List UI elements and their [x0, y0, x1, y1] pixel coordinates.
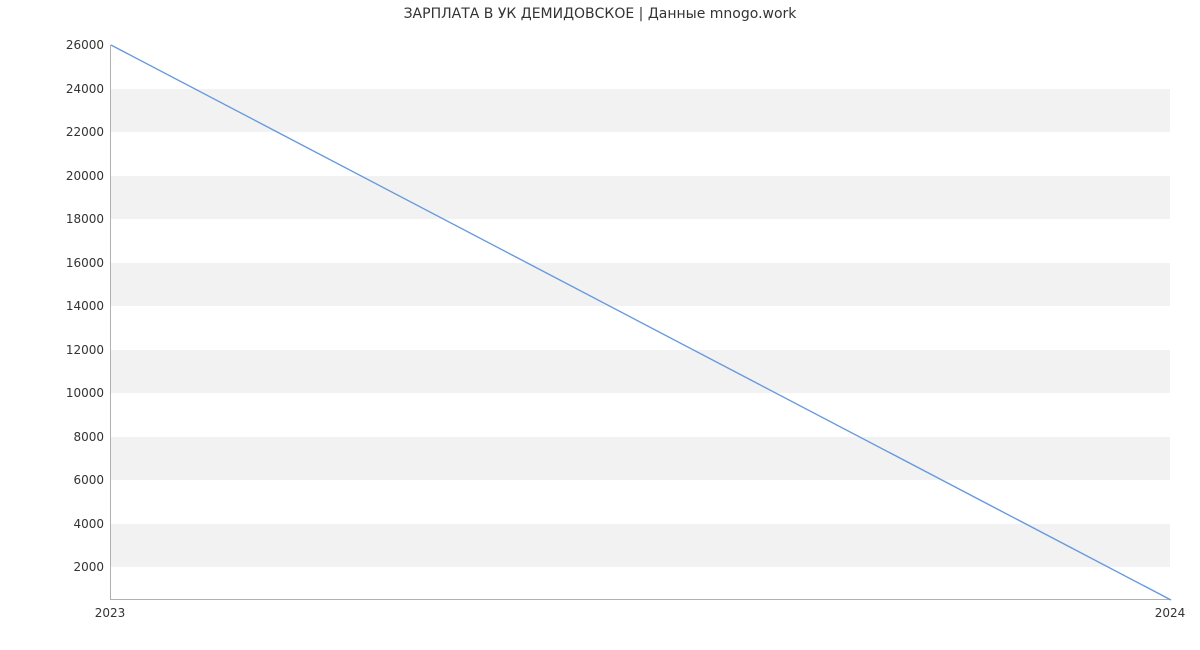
chart-title: ЗАРПЛАТА В УК ДЕМИДОВСКОЕ | Данные mnogo… [0, 6, 1200, 22]
y-tick-label: 24000 [24, 82, 104, 96]
line-series [111, 45, 1170, 599]
y-tick-label: 10000 [24, 386, 104, 400]
y-tick-label: 18000 [24, 212, 104, 226]
y-tick-label: 6000 [24, 473, 104, 487]
x-tick-label: 2024 [1155, 606, 1186, 620]
plot-area [110, 45, 1170, 600]
y-tick-label: 16000 [24, 256, 104, 270]
y-tick-label: 2000 [24, 560, 104, 574]
y-tick-label: 20000 [24, 169, 104, 183]
y-tick-label: 4000 [24, 517, 104, 531]
y-tick-label: 26000 [24, 38, 104, 52]
y-tick-label: 12000 [24, 343, 104, 357]
chart-container: ЗАРПЛАТА В УК ДЕМИДОВСКОЕ | Данные mnogo… [0, 0, 1200, 650]
y-tick-label: 22000 [24, 125, 104, 139]
x-tick-label: 2023 [95, 606, 126, 620]
y-tick-label: 8000 [24, 430, 104, 444]
y-tick-label: 14000 [24, 299, 104, 313]
